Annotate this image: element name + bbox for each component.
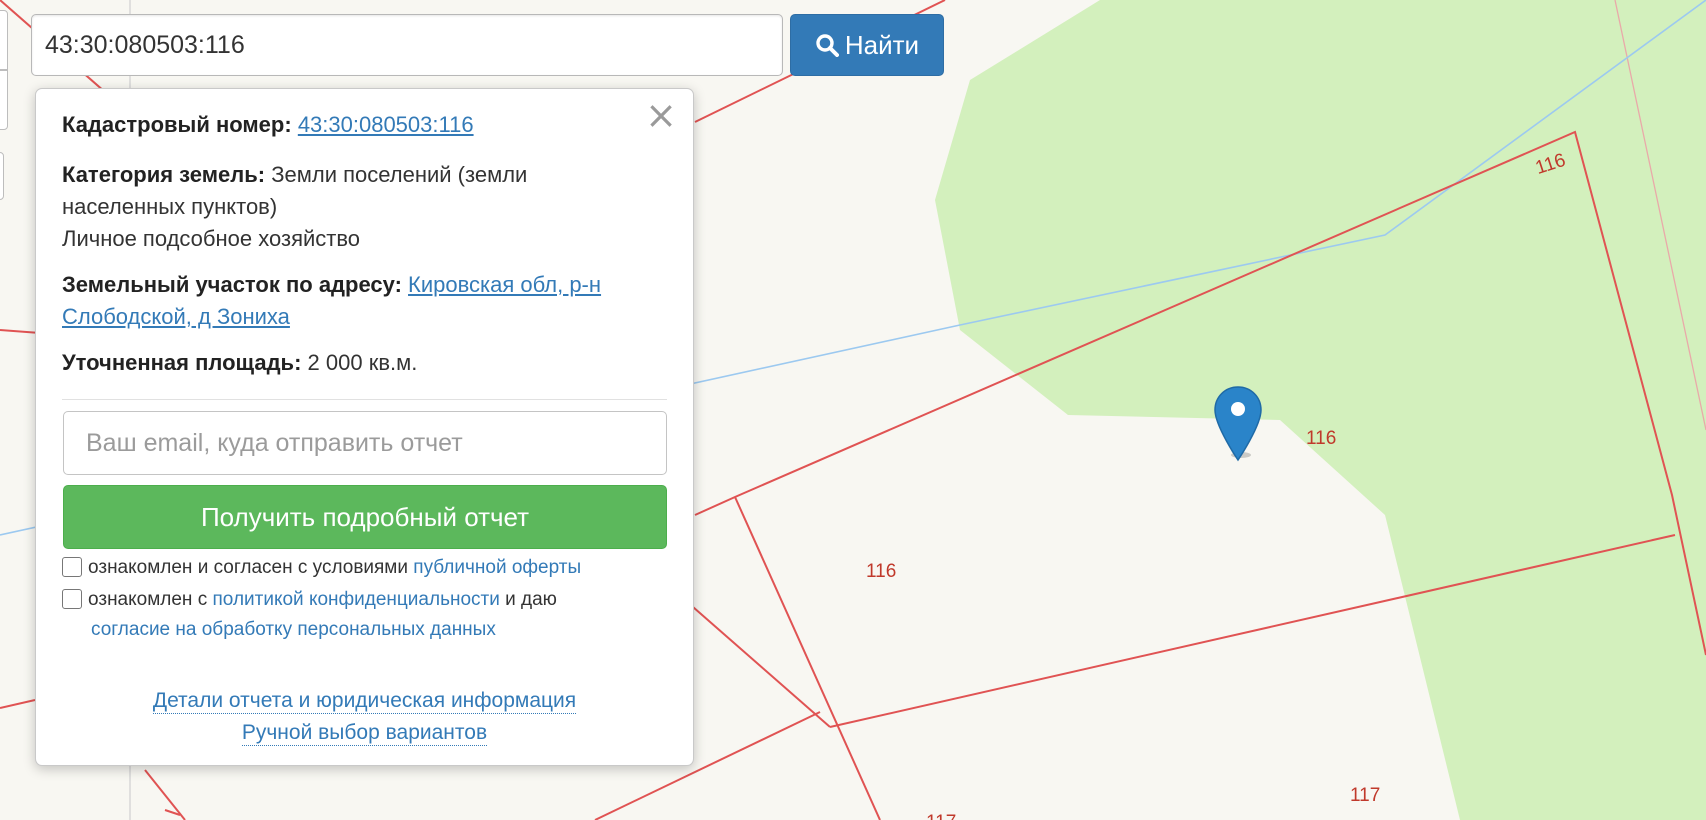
- search-icon: [816, 34, 839, 57]
- privacy-text: ознакомлен с: [88, 589, 208, 610]
- permitted-use: Личное подсобное хозяйство: [62, 226, 361, 251]
- land-category-value: Земли поселений (земли: [271, 162, 528, 187]
- cadastral-number-row: Кадастровый номер: 43:30:080503:116: [62, 109, 633, 141]
- area-label: Уточненная площадь:: [62, 350, 302, 375]
- zoom-in-button[interactable]: [0, 10, 8, 70]
- close-icon[interactable]: ×: [643, 96, 679, 134]
- manual-row: Ручной выбор вариантов: [36, 721, 693, 746]
- cadastral-number-link[interactable]: 43:30:080503:116: [298, 112, 474, 137]
- privacy-policy-link[interactable]: политикой конфиденциальности: [213, 589, 500, 610]
- address-label: Земельный участок по адресу:: [62, 272, 402, 297]
- offer-text: ознакомлен и согласен с условиями: [88, 557, 408, 578]
- layers-button[interactable]: [0, 152, 4, 200]
- map-pin-icon[interactable]: [1213, 385, 1263, 463]
- privacy-and-text: и даю: [505, 589, 557, 610]
- divider: [62, 399, 667, 400]
- address-row: Земельный участок по адресу: Кировская о…: [62, 269, 633, 333]
- land-category-value-cont: населенных пунктов): [62, 194, 278, 219]
- parcel-label: 116: [1306, 428, 1336, 449]
- offer-link[interactable]: публичной оферты: [413, 557, 581, 578]
- personal-data-consent-link[interactable]: согласие на обработку персональных данны…: [91, 619, 496, 640]
- parcel-label: 117: [1350, 785, 1380, 806]
- land-category-row: Категория земель: Земли поселений (земли…: [62, 159, 633, 255]
- cadastral-number-label: Кадастровый номер:: [62, 112, 292, 137]
- area-row: Уточненная площадь: 2 000 кв.м.: [62, 347, 633, 379]
- area-unit: кв.м.: [368, 350, 418, 375]
- privacy-checkbox[interactable]: [62, 589, 82, 609]
- manual-selection-link[interactable]: Ручной выбор вариантов: [241, 721, 488, 746]
- parcel-label: 116: [866, 561, 896, 582]
- offer-checkbox[interactable]: [62, 557, 82, 577]
- land-category-label: Категория земель:: [62, 162, 266, 187]
- area-value: 2 000: [307, 350, 363, 375]
- parcel-info-popup: × Кадастровый номер: 43:30:080503:116 Ка…: [35, 88, 694, 766]
- address-link-cont[interactable]: Слободской, д Зониха: [62, 304, 290, 329]
- address-link[interactable]: Кировская обл, р-н: [408, 272, 601, 297]
- offer-consent-row: ознакомлен и согласен с условиями публич…: [62, 553, 663, 583]
- report-details-link[interactable]: Детали отчета и юридическая информация: [152, 689, 577, 714]
- details-row: Детали отчета и юридическая информация: [36, 689, 693, 714]
- search-input[interactable]: [31, 14, 783, 76]
- privacy-consent-row: ознакомлен с политикой конфиденциальност…: [62, 585, 663, 645]
- search-button[interactable]: Найти: [790, 14, 944, 76]
- zoom-out-button[interactable]: [0, 70, 8, 130]
- parcel-label: 117: [926, 812, 956, 820]
- get-report-button[interactable]: Получить подробный отчет: [63, 485, 667, 549]
- search-button-label: Найти: [844, 29, 920, 60]
- email-field[interactable]: [63, 411, 667, 475]
